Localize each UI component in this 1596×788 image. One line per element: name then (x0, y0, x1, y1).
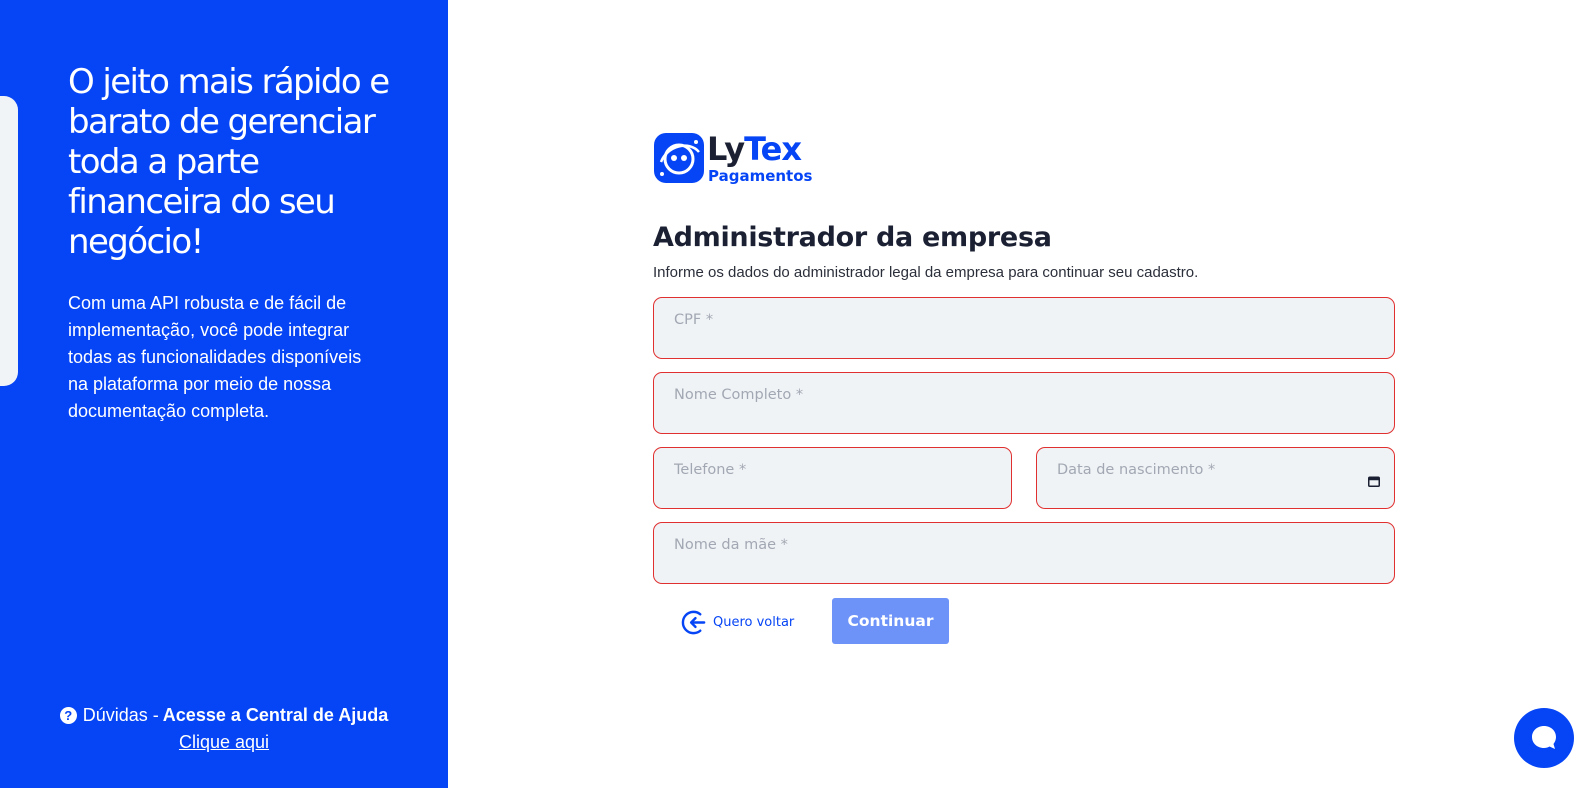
mother-name-input[interactable] (654, 523, 1394, 583)
help-prefix: Dúvidas - (82, 705, 159, 725)
birth-date-field (1036, 447, 1395, 509)
hero-description: Com uma API robusta e de fácil de implem… (68, 293, 362, 421)
back-link[interactable]: Quero voltar (680, 608, 794, 637)
help-link[interactable]: Clique aqui (179, 732, 269, 753)
mother-name-field (653, 522, 1395, 584)
logo-text: LyTex (707, 130, 802, 168)
logo-subtitle: Pagamentos (708, 167, 813, 185)
cpf-input[interactable] (654, 298, 1394, 358)
side-tab[interactable] (0, 96, 18, 386)
question-circle-icon: ? (59, 707, 77, 724)
chat-bubble-icon (1532, 726, 1556, 749)
logo: LyTex Pagamentos (653, 130, 813, 186)
chat-button[interactable] (1514, 708, 1574, 768)
full-name-input[interactable] (654, 373, 1394, 433)
left-panel: O jeito mais rápido e barato de gerencia… (0, 0, 448, 788)
calendar-icon[interactable] (1368, 476, 1380, 487)
form-title: Administrador da empresa (653, 222, 1052, 253)
phone-field (653, 447, 1012, 509)
hero-title: O jeito mais rápido e barato de gerencia… (68, 62, 390, 262)
cpf-field (653, 297, 1395, 359)
logo-mark-icon (654, 133, 704, 183)
help-cta: Acesse a Central de Ajuda (162, 705, 389, 725)
help-line: ? Dúvidas - Acesse a Central de Ajuda (0, 705, 448, 726)
form-subtitle: Informe os dados do administrador legal … (653, 264, 1199, 281)
phone-input[interactable] (654, 448, 1011, 508)
full-name-field (653, 372, 1395, 434)
continue-button[interactable]: Continuar (832, 598, 949, 644)
back-label: Quero voltar (713, 615, 795, 630)
help-section: ? Dúvidas - Acesse a Central de Ajuda Cl… (0, 705, 448, 753)
arrow-left-circle-icon (681, 610, 706, 635)
birth-date-input[interactable] (1037, 448, 1394, 508)
